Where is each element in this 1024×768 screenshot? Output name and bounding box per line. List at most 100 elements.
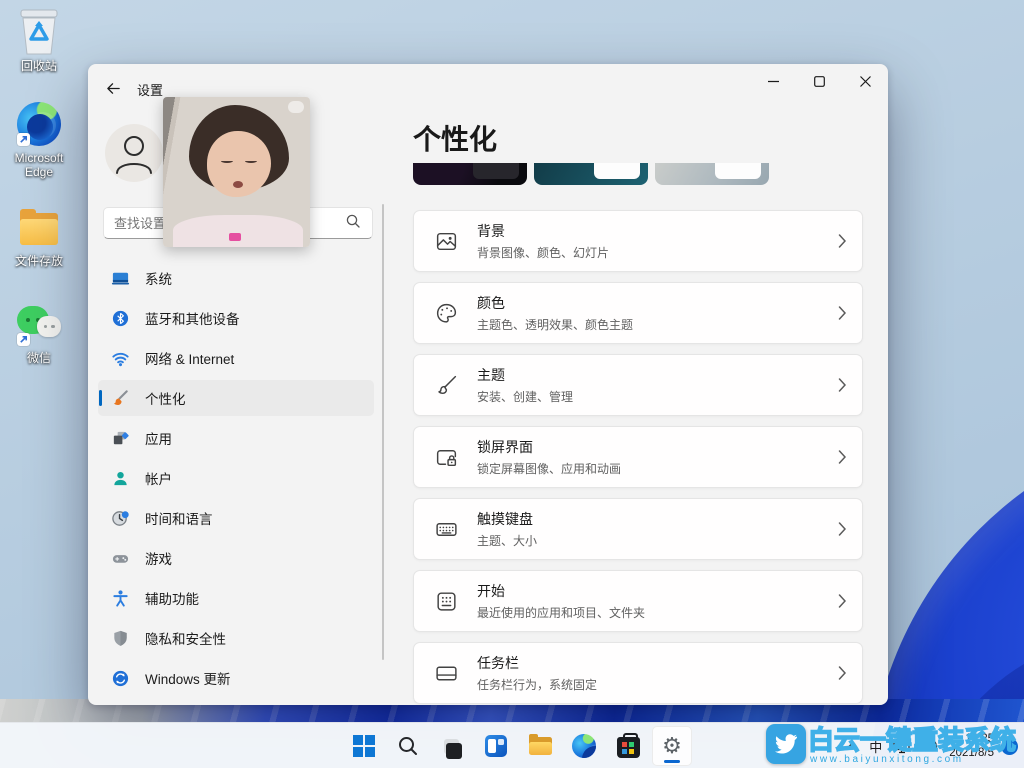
- chevron-right-icon: [838, 522, 846, 536]
- minimize-button[interactable]: [750, 64, 796, 98]
- taskbar-icon: [436, 666, 457, 680]
- card-title: 锁屏界面: [477, 439, 533, 455]
- folder-icon: [520, 726, 560, 766]
- sidebar-item-time-language[interactable]: 时间和语言: [98, 500, 374, 536]
- setting-card-start[interactable]: 开始最近使用的应用和项目、文件夹: [413, 570, 863, 632]
- card-title: 背景: [477, 223, 505, 239]
- start-button[interactable]: [344, 726, 384, 766]
- chevron-right-icon: [838, 666, 846, 680]
- background-icon: [436, 232, 457, 250]
- desktop-icon-label: Microsoft Edge: [14, 151, 64, 179]
- card-subtitle: 背景图像、颜色、幻灯片: [477, 246, 610, 260]
- person-icon: [116, 136, 152, 174]
- sidebar-item-network[interactable]: 网络 & Internet: [98, 340, 374, 376]
- desktop-icon-recycle-bin[interactable]: 回收站: [0, 8, 78, 73]
- shortcut-arrow-icon: [17, 333, 30, 346]
- setting-card-lock-screen[interactable]: 锁屏界面 锁定屏幕图像、应用和动画: [413, 426, 863, 488]
- sidebar-item-label: 帐户: [145, 472, 172, 487]
- card-title: 颜色: [477, 295, 505, 311]
- store-icon: [616, 733, 640, 758]
- settings-window: 设置 系统 蓝牙和其他设备 网络 & Internet: [88, 64, 888, 705]
- tray-display-button[interactable]: [889, 730, 915, 762]
- tray-chevron-up-button[interactable]: [842, 730, 862, 762]
- search-icon[interactable]: [334, 214, 372, 233]
- sidebar-item-windows-update[interactable]: Windows 更新: [98, 660, 374, 696]
- sidebar-item-label: 个性化: [145, 392, 186, 407]
- chevron-right-icon: [838, 594, 846, 608]
- sidebar-item-label: Windows 更新: [145, 672, 231, 687]
- bluetooth-icon: [112, 310, 129, 326]
- windows-logo-icon: [353, 735, 375, 757]
- sidebar-item-apps[interactable]: 应用: [98, 420, 374, 456]
- desktop-icon-label: 微信: [26, 351, 51, 365]
- widgets-button[interactable]: [476, 726, 516, 766]
- teal-theme-preview[interactable]: [534, 163, 648, 185]
- settings-button[interactable]: ⚙: [652, 726, 692, 766]
- close-button[interactable]: [842, 64, 888, 98]
- sidebar-item-accessibility[interactable]: 辅助功能: [98, 580, 374, 616]
- card-subtitle: 主题、大小: [477, 534, 538, 548]
- sidebar-item-personalization[interactable]: 个性化: [98, 380, 374, 416]
- touch-keyboard-icon: [436, 522, 457, 536]
- file-explorer-button[interactable]: [520, 726, 560, 766]
- desktop-icon-edge[interactable]: Microsoft Edge: [0, 100, 78, 179]
- widgets-icon: [485, 735, 507, 757]
- theme-thumbnails: [413, 163, 769, 185]
- monitor-icon: [893, 738, 910, 754]
- setting-card-touch-keyboard[interactable]: 触摸键盘 主题、大小: [413, 498, 863, 560]
- overlay-photo: [163, 97, 310, 247]
- sidebar-item-accounts[interactable]: 帐户: [98, 460, 374, 496]
- network-icon: [112, 352, 129, 366]
- account-avatar[interactable]: [105, 124, 163, 182]
- task-view-button[interactable]: [432, 726, 472, 766]
- card-title: 开始: [477, 583, 505, 599]
- setting-card-taskbar[interactable]: 任务栏 任务栏行为，系统固定: [413, 642, 863, 704]
- tray-volume-button[interactable]: [918, 730, 942, 762]
- card-title: 触摸键盘: [477, 511, 533, 527]
- gaming-icon: [112, 554, 129, 563]
- notification-badge[interactable]: 1: [1001, 737, 1018, 755]
- sidebar-item-bluetooth[interactable]: 蓝牙和其他设备: [98, 300, 374, 336]
- privacy-icon: [114, 630, 127, 646]
- card-subtitle: 最近使用的应用和项目、文件夹: [477, 606, 646, 620]
- setting-card-themes[interactable]: 主题 安装、创建、管理: [413, 354, 863, 416]
- sidebar-item-system[interactable]: 系统: [98, 260, 374, 296]
- maximize-button[interactable]: [796, 64, 842, 98]
- sidebar-item-gaming[interactable]: 游戏: [98, 540, 374, 576]
- search-icon: [399, 737, 417, 755]
- wechat-icon: [15, 300, 63, 348]
- clock[interactable]: 14:25 2021/8/5: [945, 732, 998, 760]
- light-theme-preview[interactable]: [655, 163, 769, 185]
- desktop-icon-wechat[interactable]: 微信: [0, 300, 78, 365]
- sidebar-item-label: 时间和语言: [145, 512, 213, 527]
- desktop-icon-label: 回收站: [20, 59, 57, 73]
- personalization-icon: [113, 389, 128, 405]
- time-language-icon: [112, 510, 129, 526]
- desktop-icon-folder[interactable]: 文件存放: [0, 203, 78, 268]
- store-button[interactable]: [608, 726, 648, 766]
- chevron-right-icon: [838, 234, 846, 248]
- desktop-icon-label: 文件存放: [14, 254, 63, 268]
- taskbar: ⚙ 中 14:25 2021/8/5 1: [0, 722, 1024, 768]
- card-subtitle: 任务栏行为，系统固定: [477, 678, 598, 692]
- tray-date: 2021/8/5: [949, 747, 994, 759]
- sidebar-scrollbar[interactable]: [382, 204, 384, 660]
- shortcut-arrow-icon: [17, 133, 30, 146]
- chevron-right-icon: [838, 378, 846, 392]
- setting-card-colors[interactable]: 颜色 主题色、透明效果、颜色主题: [413, 282, 863, 344]
- tray-time: 14:25: [965, 733, 994, 745]
- setting-card-background[interactable]: 背景背景图像、颜色、幻灯片: [413, 210, 863, 272]
- dark-theme-preview[interactable]: [413, 163, 527, 185]
- search-button[interactable]: [388, 726, 428, 766]
- edge-button[interactable]: [564, 726, 604, 766]
- system-icon: [111, 272, 130, 284]
- sidebar-item-privacy[interactable]: 隐私和安全性: [98, 620, 374, 656]
- themes-icon: [438, 375, 457, 394]
- sidebar-item-label: 隐私和安全性: [145, 632, 226, 647]
- sidebar-item-label: 应用: [145, 432, 172, 447]
- card-title: 主题: [477, 367, 505, 383]
- accounts-icon: [114, 471, 127, 485]
- back-button[interactable]: [97, 73, 129, 103]
- ime-indicator[interactable]: 中: [865, 730, 886, 762]
- task-view-icon: [436, 730, 468, 762]
